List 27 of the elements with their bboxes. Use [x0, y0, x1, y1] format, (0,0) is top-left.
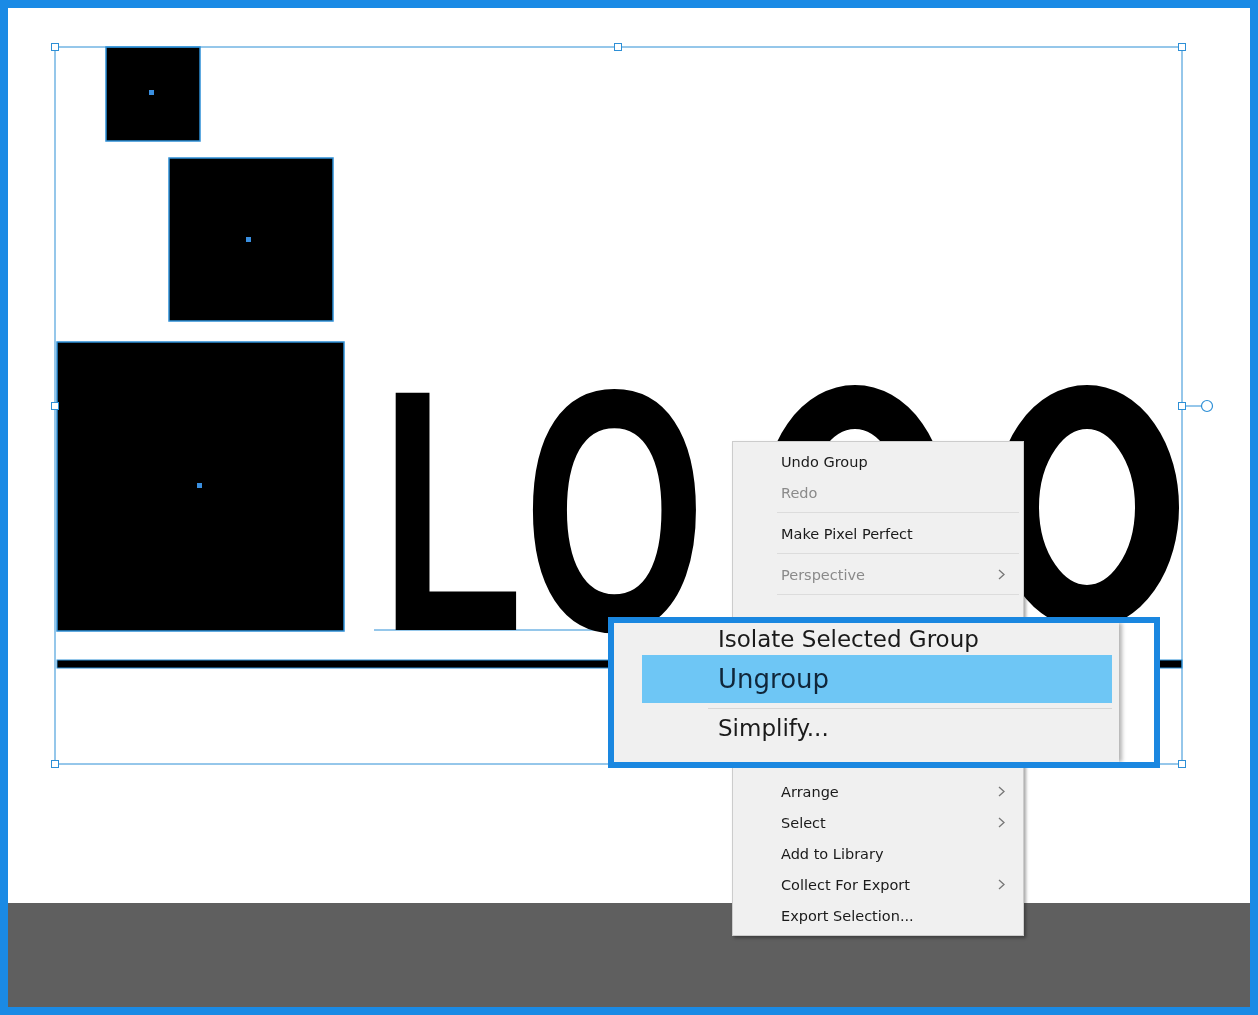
selection-handle[interactable]: [1178, 760, 1186, 768]
menu-item[interactable]: Ungroup: [642, 655, 1112, 703]
center-point: [149, 90, 154, 95]
selection-handle[interactable]: [1178, 43, 1186, 51]
selection-handle[interactable]: [1178, 402, 1186, 410]
rotate-handle[interactable]: [1185, 399, 1214, 413]
menu-item[interactable]: Collect For Export: [733, 869, 1023, 900]
selection-handle[interactable]: [51, 43, 59, 51]
square-shape[interactable]: [168, 157, 334, 322]
chevron-right-icon: [998, 569, 1005, 580]
menu-item[interactable]: Add to Library: [733, 838, 1023, 869]
selection-handle[interactable]: [614, 43, 622, 51]
square-shape[interactable]: [105, 46, 201, 142]
menu-item[interactable]: Select: [733, 807, 1023, 838]
selection-handle[interactable]: [51, 402, 59, 410]
center-point: [197, 483, 202, 488]
menu-item[interactable]: Simplify...: [642, 712, 1119, 744]
menu-item[interactable]: Export Selection...: [733, 900, 1023, 931]
chevron-right-icon: [998, 786, 1005, 797]
menu-item[interactable]: Arrange: [733, 776, 1023, 807]
chevron-right-icon: [998, 817, 1005, 828]
menu-item[interactable]: Make Pixel Perfect: [733, 518, 1023, 549]
menu-item[interactable]: Undo Group: [733, 446, 1023, 477]
square-shape[interactable]: [56, 341, 345, 632]
chevron-right-icon: [998, 879, 1005, 890]
selection-handle[interactable]: [51, 760, 59, 768]
center-point: [246, 237, 251, 242]
